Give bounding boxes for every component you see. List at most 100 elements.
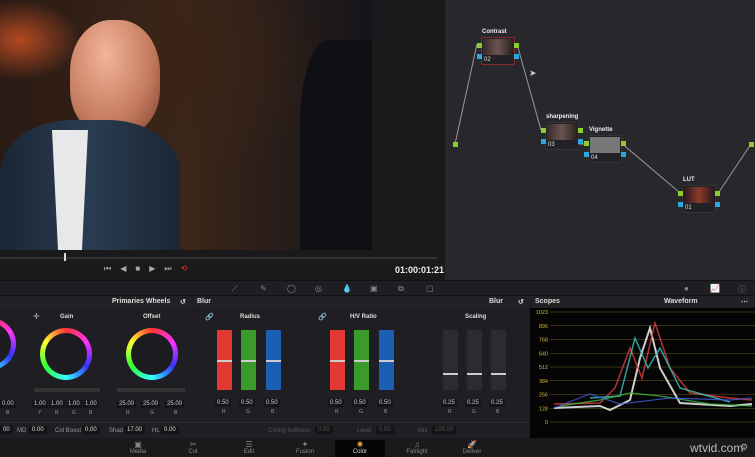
node-lut[interactable]: LUT 01 — [678, 177, 720, 213]
tracker-icon[interactable]: ◎ — [315, 284, 322, 293]
gain-g-field[interactable]: 1.00 — [66, 400, 82, 408]
node-input-port[interactable] — [584, 141, 589, 146]
scope-mode-dropdown[interactable]: Waveform — [664, 298, 698, 305]
blur-mode-dropdown[interactable]: Blur — [489, 298, 503, 305]
bypass-icon[interactable]: ● — [684, 284, 689, 293]
scaling-r-slider[interactable] — [443, 330, 458, 390]
loop-button[interactable]: ⟲ — [181, 264, 188, 274]
node-key-input-port[interactable] — [541, 139, 546, 144]
page-cut[interactable]: ✂ Cut — [168, 440, 218, 455]
lift-color-wheel[interactable] — [0, 318, 16, 370]
node-output-port[interactable] — [514, 43, 519, 48]
reset-icon[interactable]: ↺ — [518, 298, 524, 306]
node-key-input-port[interactable] — [584, 152, 589, 157]
page-fairlight[interactable]: ♫ Fairlight — [392, 440, 442, 455]
page-deliver[interactable]: 🚀 Deliver — [447, 440, 497, 455]
md-field[interactable]: 0.00 — [29, 426, 47, 434]
node-vignette[interactable]: Vignette 04 — [584, 127, 626, 163]
radius-g-slider[interactable] — [241, 330, 256, 390]
channel-label: R — [222, 409, 226, 415]
page-color[interactable]: ✺ Color — [335, 440, 385, 457]
hv-b-field[interactable]: 0.50 — [377, 399, 393, 407]
hv-r-field[interactable]: 0.50 — [328, 399, 344, 407]
link-icon[interactable]: 🔗 — [205, 313, 214, 321]
radius-b-slider[interactable] — [266, 330, 281, 390]
hv-r-slider[interactable] — [330, 330, 345, 390]
radius-g-field[interactable]: 0.50 — [239, 399, 255, 407]
channel-label: B — [89, 410, 93, 416]
offset-color-wheel[interactable] — [126, 328, 178, 380]
page-fusion[interactable]: ✦ Fusion — [280, 440, 330, 455]
key-tool-icon[interactable]: ▣ — [370, 284, 378, 293]
skip-start-button[interactable]: ⏮ — [104, 264, 111, 274]
node-input-port[interactable] — [541, 128, 546, 133]
source-port[interactable] — [453, 142, 458, 147]
blur-tool-icon[interactable]: 💧 — [342, 284, 352, 293]
sizing-tool-icon[interactable]: ⧉ — [398, 284, 404, 294]
info-icon[interactable]: ⓘ — [738, 284, 746, 295]
node-output-port[interactable] — [621, 141, 626, 146]
gain-color-wheel[interactable] — [40, 328, 92, 380]
scaling-g-slider[interactable] — [467, 330, 482, 390]
scaling-b-slider[interactable] — [491, 330, 506, 390]
gain-y-field[interactable]: 1.00 — [32, 400, 48, 408]
level-field[interactable]: 0.00 — [376, 426, 394, 434]
radius-b-field[interactable]: 0.50 — [264, 399, 280, 407]
playhead[interactable] — [64, 253, 66, 261]
node-output-port[interactable] — [715, 191, 720, 196]
3d-tool-icon[interactable]: ▢ — [426, 284, 434, 293]
left-value-field[interactable]: 0.00 — [0, 400, 16, 408]
node-key-output-port[interactable] — [715, 202, 720, 207]
node-sharpening[interactable]: sharpening 03 — [541, 114, 583, 150]
node-key-output-port[interactable] — [514, 54, 519, 59]
scopes-icon[interactable]: 📈 — [710, 284, 720, 293]
page-edit[interactable]: ☰ Edit — [224, 440, 274, 455]
shad-field[interactable]: 17.00 — [124, 426, 146, 434]
node-input-port[interactable] — [477, 43, 482, 48]
reset-icon[interactable]: ↺ — [180, 298, 186, 306]
gain-r-field[interactable]: 1.00 — [49, 400, 65, 408]
coring-softness-field[interactable]: 0.00 — [315, 426, 333, 434]
hv-b-slider[interactable] — [379, 330, 394, 390]
offset-r-field[interactable]: 25.00 — [117, 400, 137, 408]
node-output-port[interactable] — [578, 128, 583, 133]
more-icon[interactable]: ⋯ — [741, 298, 748, 306]
hv-g-field[interactable]: 0.50 — [352, 399, 368, 407]
mix-field[interactable]: 100.00 — [432, 426, 457, 434]
scaling-b-field[interactable]: 0.25 — [489, 399, 505, 407]
gain-master-slider[interactable] — [34, 388, 100, 392]
primaries-mode-dropdown[interactable]: Primaries Wheels — [112, 298, 170, 305]
skip-end-button[interactable]: ⏭ — [164, 264, 171, 274]
reverse-button[interactable]: ◀ — [120, 264, 126, 274]
settings-icon[interactable]: ⚙ — [740, 442, 748, 453]
output-port[interactable] — [749, 142, 754, 147]
page-label: Fusion — [295, 449, 314, 455]
window-tool-icon[interactable]: ◯ — [287, 284, 296, 293]
scaling-g-field[interactable]: 0.25 — [465, 399, 481, 407]
node-key-output-port[interactable] — [621, 152, 626, 157]
hl-field[interactable]: 0.00 — [161, 426, 179, 434]
node-key-input-port[interactable] — [678, 202, 683, 207]
radius-r-field[interactable]: 0.50 — [215, 399, 231, 407]
contrast-field[interactable]: 00 — [0, 426, 13, 434]
link-icon[interactable]: 🔗 — [318, 313, 327, 321]
picker-icon[interactable]: ✛ — [33, 312, 40, 321]
offset-b-field[interactable]: 25.00 — [165, 400, 185, 408]
offset-g-field[interactable]: 25.00 — [141, 400, 161, 408]
col-boost-field[interactable]: 0.00 — [82, 426, 100, 434]
stop-button[interactable]: ■ — [135, 264, 140, 274]
node-contrast[interactable]: Contrast 02 — [477, 29, 519, 65]
gain-b-field[interactable]: 1.00 — [83, 400, 99, 408]
radius-r-slider[interactable] — [217, 330, 232, 390]
node-key-output-port[interactable] — [578, 139, 583, 144]
play-button[interactable]: ▶ — [149, 264, 155, 274]
node-input-port[interactable] — [678, 191, 683, 196]
node-key-input-port[interactable] — [477, 54, 482, 59]
qualifier-eyedropper-icon[interactable]: ✎ — [260, 284, 267, 293]
node-editor[interactable]: Contrast 02 sharpening 03 Vignette 04 LUT 01… — [445, 0, 755, 280]
offset-master-slider[interactable] — [117, 388, 185, 392]
curves-tool-icon[interactable]: ⟋ — [232, 284, 238, 294]
hv-g-slider[interactable] — [354, 330, 369, 390]
scaling-r-field[interactable]: 0.25 — [441, 399, 457, 407]
page-media[interactable]: ▣ Media — [113, 440, 163, 455]
